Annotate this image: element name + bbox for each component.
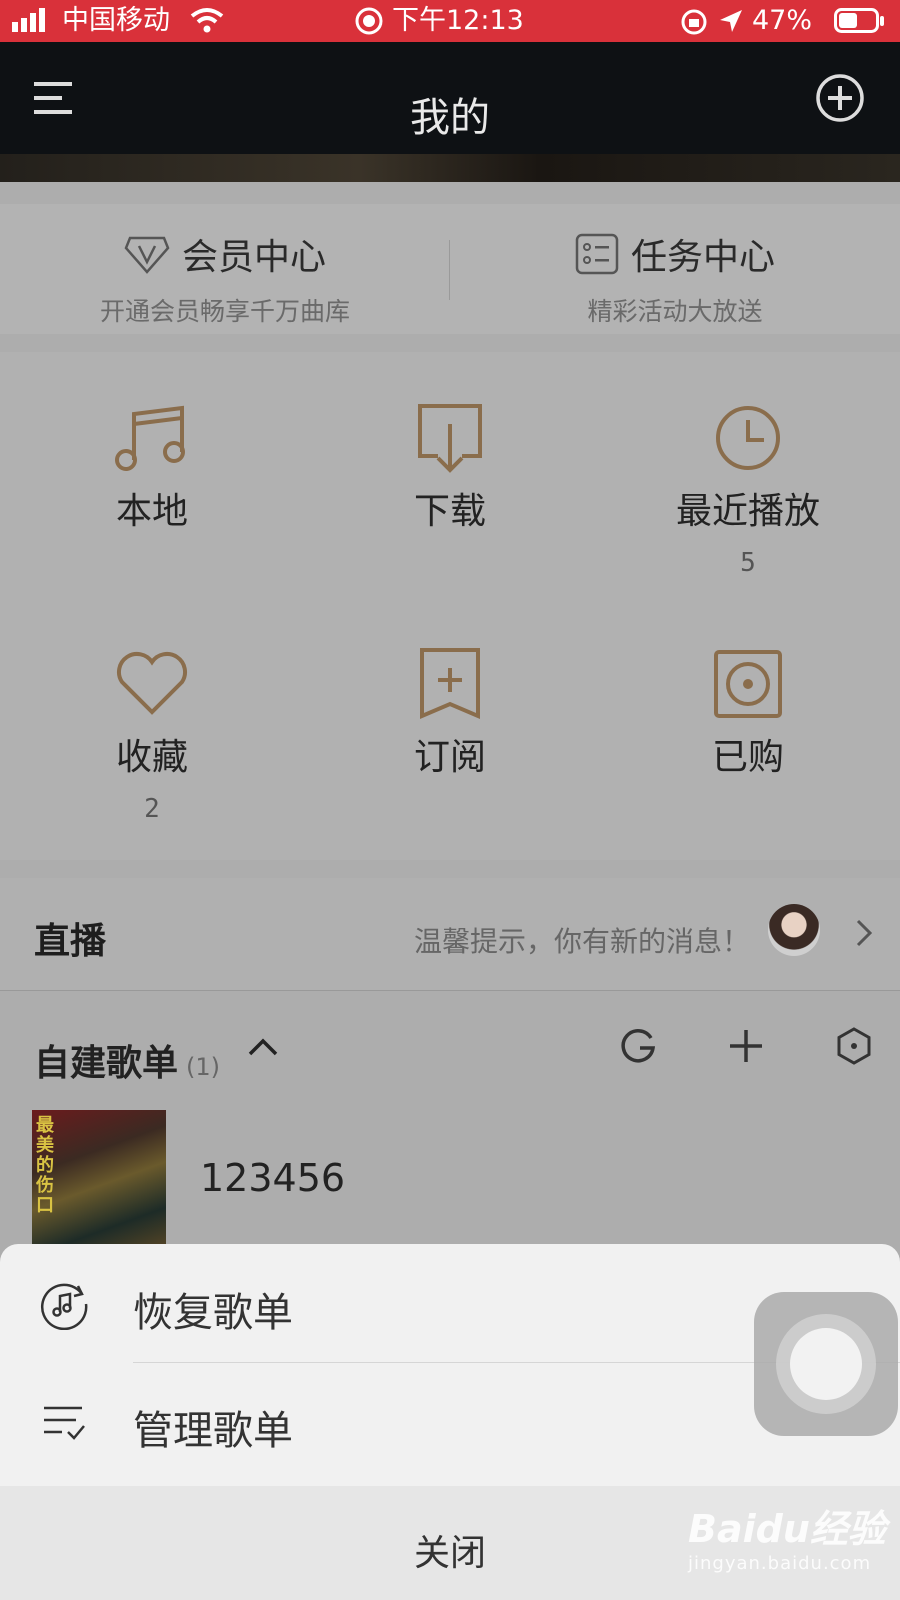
grid-label: 已购 [711, 737, 784, 778]
shortcut-grid: 本地 下载 最近播放 5 收藏 2 订阅 已购 [0, 352, 900, 860]
music-note-icon [115, 405, 185, 471]
manage-playlist-label: 管理歌单 [133, 1408, 293, 1454]
grid-count: 5 [740, 548, 756, 578]
grid-item-local[interactable]: 本地 [2, 398, 302, 548]
playlist-cover-text: 最美的伤口 [36, 1115, 54, 1216]
assistive-touch-button[interactable] [754, 1292, 898, 1436]
task-center-subtitle: 精彩活动大放送 [587, 297, 763, 326]
grid-item-favorites[interactable]: 收藏 2 [2, 644, 302, 824]
manage-list-icon [44, 1406, 85, 1440]
task-center-button[interactable]: 任务中心 精彩活动大放送 [450, 228, 900, 328]
vip-center-title: 会员中心 [181, 237, 326, 278]
watermark: Baidu经验 jingyan.baidu.com [688, 1498, 888, 1578]
live-message: 温馨提示，你有新的消息！ [413, 925, 750, 958]
wifi-icon [190, 8, 224, 33]
playlist-cover[interactable]: 最美的伤口 [32, 1110, 166, 1244]
playlist-count: (1) [186, 1053, 221, 1081]
grid-label: 下载 [413, 491, 486, 532]
header: 我的 [0, 42, 900, 182]
refresh-icon[interactable] [618, 1026, 658, 1066]
grid-item-purchased[interactable]: 已购 [598, 644, 898, 794]
assistive-touch-dot [790, 1328, 862, 1400]
disc-icon [714, 650, 782, 718]
vip-card: 会员中心 开通会员畅享千万曲库 任务中心 精彩活动大放送 [0, 204, 900, 334]
grid-item-download[interactable]: 下载 [300, 398, 600, 548]
playlist-section-header: 自建歌单 (1) [34, 1034, 220, 1086]
live-title: 直播 [34, 921, 107, 962]
watermark-brand: Baidu经验 [688, 1507, 886, 1551]
grid-label: 最近播放 [675, 491, 820, 532]
orientation-lock-icon [681, 9, 707, 35]
grid-label: 本地 [115, 491, 188, 532]
section-divider [0, 990, 900, 991]
grid-label: 收藏 [115, 737, 188, 778]
battery-icon [834, 8, 884, 33]
clock-icon [716, 406, 780, 470]
vip-center-subtitle: 开通会员畅享千万曲库 [99, 297, 350, 326]
clock-label: 下午12:13 [392, 5, 524, 36]
location-icon [720, 10, 742, 32]
download-icon [418, 404, 482, 473]
battery-label: 47% [752, 5, 813, 36]
grid-count: 2 [144, 794, 160, 824]
heart-icon [116, 652, 188, 715]
signal-icon [12, 8, 45, 32]
grid-item-recent[interactable]: 最近播放 5 [598, 398, 898, 578]
watermark-url: jingyan.baidu.com [688, 1553, 872, 1574]
status-bar: 中国移动 下午12:13 47% [0, 0, 900, 42]
chevron-up-icon[interactable] [246, 1032, 280, 1062]
plus-circle-icon[interactable] [814, 72, 866, 124]
grid-label: 订阅 [413, 737, 486, 778]
chevron-right-icon [856, 919, 873, 947]
avatar [768, 904, 820, 956]
header-cover-strip [0, 154, 900, 182]
playlist-section-title: 自建歌单 [34, 1043, 179, 1084]
restore-music-icon [40, 1283, 88, 1330]
carrier-label: 中国移动 [62, 5, 170, 36]
task-list-icon [575, 233, 619, 275]
restore-playlist-label: 恢复歌单 [133, 1290, 293, 1336]
settings-hexagon-icon[interactable] [834, 1026, 874, 1066]
grid-item-subscribe[interactable]: 订阅 [300, 644, 600, 794]
diamond-v-icon [124, 236, 170, 274]
page-title: 我的 [410, 95, 490, 141]
task-center-title: 任务中心 [630, 237, 775, 278]
live-row[interactable]: 直播 温馨提示，你有新的消息！ [0, 878, 900, 990]
bookmark-plus-icon [420, 648, 480, 720]
add-playlist-icon[interactable] [726, 1026, 766, 1066]
vip-center-button[interactable]: 会员中心 开通会员畅享千万曲库 [0, 228, 450, 328]
playlist-name[interactable]: 123456 [200, 1156, 345, 1200]
record-icon [355, 7, 383, 35]
